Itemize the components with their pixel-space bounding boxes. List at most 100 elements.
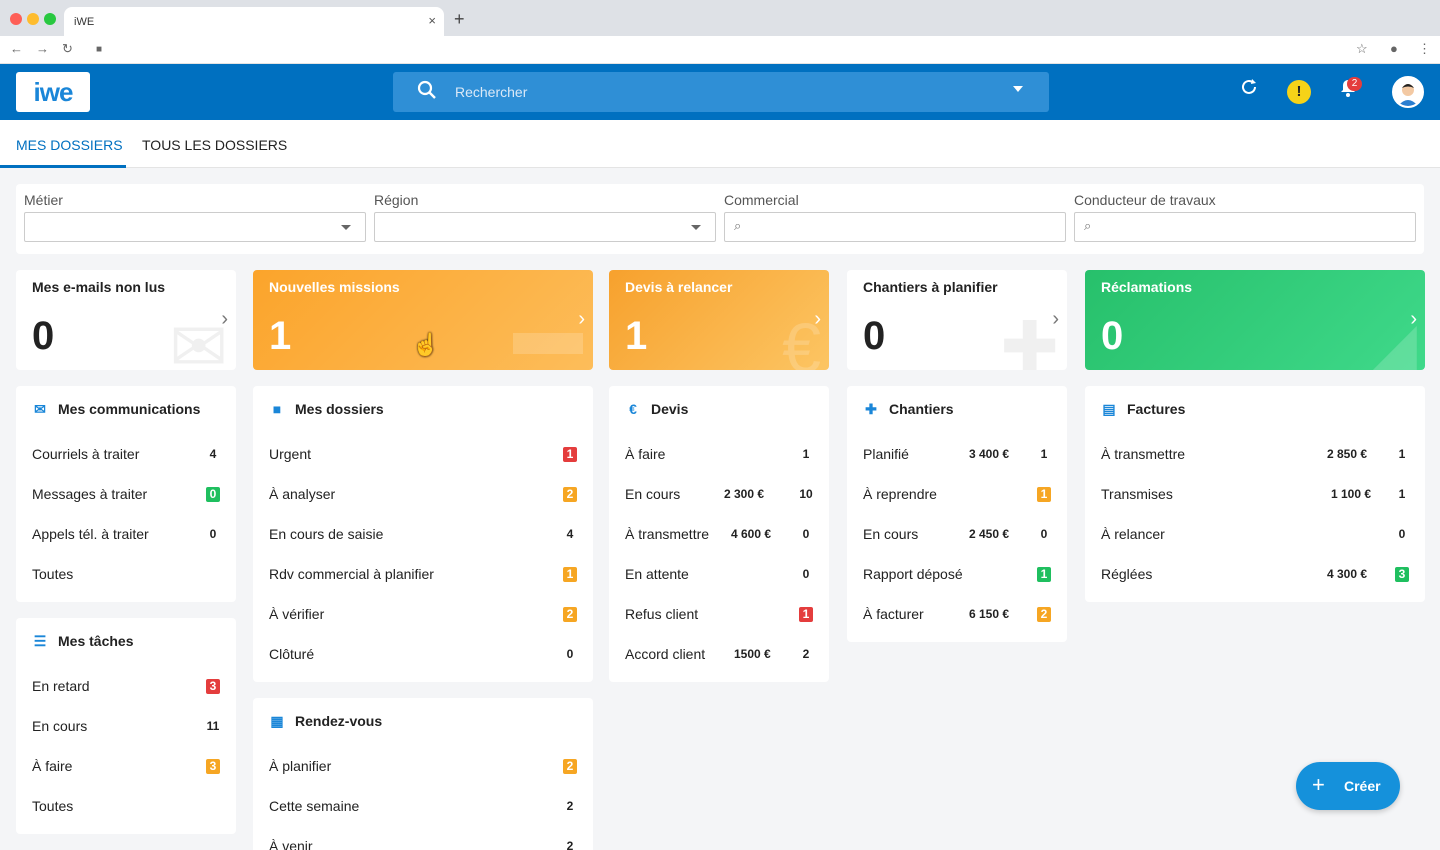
- list-item[interactable]: En cours 11: [32, 718, 220, 738]
- kpi-value: 0: [32, 314, 55, 358]
- kpi-devis-a-relancer[interactable]: Devis à relancer 1 › €: [609, 270, 829, 370]
- search-icon: ⌕: [1084, 218, 1092, 233]
- browser-tab-title: iWE: [74, 16, 95, 28]
- bookmark-star-icon[interactable]: ☆: [1356, 41, 1368, 57]
- metier-select[interactable]: [24, 212, 366, 242]
- search-dropdown-icon[interactable]: [1013, 86, 1023, 92]
- count: 4: [566, 527, 574, 541]
- amount: 6 150 €: [969, 607, 1010, 621]
- browser-tab[interactable]: iWE ×: [64, 7, 444, 36]
- count: 4: [209, 447, 217, 461]
- conducteur-label: Conducteur de travaux: [1074, 192, 1216, 208]
- invoice-icon: ▤: [1102, 401, 1116, 417]
- list-item[interactable]: À faire 3: [32, 758, 220, 778]
- close-window-dot[interactable]: [10, 13, 22, 25]
- list-item[interactable]: Toutes: [32, 798, 220, 818]
- card-taches: ☰ Mes tâches En retard 3 En cours 11 À fair…: [16, 618, 236, 834]
- list-item[interactable]: À planifier 2: [269, 758, 577, 778]
- count-badge: 2: [563, 487, 577, 502]
- new-tab-icon[interactable]: +: [454, 9, 465, 30]
- kpi-title: Chantiers à planifier: [863, 279, 998, 295]
- count-badge: 1: [799, 607, 813, 622]
- list-item[interactable]: Toutes: [32, 566, 220, 586]
- count: 1: [802, 447, 810, 461]
- notification-count-badge: 2: [1347, 77, 1362, 91]
- list-item[interactable]: Planifié 3 400 €1: [863, 446, 1051, 466]
- list-item[interactable]: Courriels à traiter 4: [32, 446, 220, 466]
- list-item[interactable]: En cours de saisie 4: [269, 526, 577, 546]
- list-item[interactable]: Réglées 4 300 €3: [1101, 566, 1409, 586]
- commercial-search-field[interactable]: ⌕: [724, 212, 1066, 242]
- amount: 4 300 €: [1327, 567, 1368, 581]
- kpi-chantiers-a-planifier[interactable]: Chantiers à planifier 0 › ✚: [847, 270, 1067, 370]
- list-item[interactable]: À analyser 2: [269, 486, 577, 506]
- amount: 2 450 €: [969, 527, 1010, 541]
- reload-icon[interactable]: ↻: [62, 41, 73, 57]
- list-item[interactable]: À transmettre 2 850 €1: [1101, 446, 1409, 466]
- card-title: ■ Mes dossiers: [269, 401, 384, 417]
- amount: 2 300 €: [724, 487, 765, 501]
- count: 2: [566, 839, 574, 850]
- iwe-logo[interactable]: iwe: [16, 72, 90, 112]
- list-item[interactable]: Cette semaine 2: [269, 798, 577, 818]
- list-item[interactable]: Rdv commercial à planifier 1: [269, 566, 577, 586]
- list-item[interactable]: En cours 2 300 €10: [625, 486, 813, 506]
- count-badge: 3: [1395, 567, 1409, 582]
- region-select[interactable]: [374, 212, 716, 242]
- list-item[interactable]: Urgent 1: [269, 446, 577, 466]
- list-item[interactable]: Clôturé 0: [269, 646, 577, 666]
- count: 2: [802, 647, 810, 661]
- count: 0: [802, 567, 810, 581]
- list-item[interactable]: En retard 3: [32, 678, 220, 698]
- kpi-emails-non-lus[interactable]: Mes e-mails non lus 0 › ✉: [16, 270, 236, 370]
- search-input[interactable]: Rechercher: [455, 84, 527, 100]
- profile-icon[interactable]: ●: [1390, 41, 1398, 56]
- back-icon[interactable]: ←: [10, 41, 23, 56]
- minimize-window-dot[interactable]: [27, 13, 39, 25]
- card-chantiers: ✚ Chantiers Planifié 3 400 €1 À reprendre 1…: [847, 386, 1067, 642]
- list-item[interactable]: À vérifier 2: [269, 606, 577, 626]
- page-tabs: MES DOSSIERS TOUS LES DOSSIERS: [0, 120, 1440, 168]
- create-button[interactable]: + Créer: [1296, 762, 1400, 810]
- list-item[interactable]: Transmises 1 100 €1: [1101, 486, 1409, 506]
- region-label: Région: [374, 192, 419, 208]
- maximize-window-dot[interactable]: [44, 13, 56, 25]
- count-badge: 0: [206, 487, 220, 502]
- list-item[interactable]: À transmettre 4 600 €0: [625, 526, 813, 546]
- list-item[interactable]: À reprendre 1: [863, 486, 1051, 506]
- list-item[interactable]: En attente 0: [625, 566, 813, 586]
- kpi-reclamations[interactable]: Réclamations 0 › ◢: [1085, 270, 1425, 370]
- wrench-icon: ✚: [865, 401, 877, 417]
- tab-mes-dossiers[interactable]: MES DOSSIERS: [16, 137, 123, 153]
- list-item[interactable]: Accord client 1500 €2: [625, 646, 813, 666]
- card-rendezvous: ▦ Rendez-vous À planifier 2 Cette semaine 2…: [253, 698, 593, 850]
- list-item[interactable]: Messages à traiter 0: [32, 486, 220, 506]
- list-item[interactable]: Rapport déposé 1: [863, 566, 1051, 586]
- kpi-title: Mes e-mails non lus: [32, 279, 166, 295]
- tab-tous-les-dossiers[interactable]: TOUS LES DOSSIERS: [142, 137, 287, 153]
- refresh-icon[interactable]: [1240, 78, 1258, 102]
- list-item[interactable]: En cours 2 450 €0: [863, 526, 1051, 546]
- warning-icon[interactable]: !: [1287, 80, 1311, 104]
- envelope-icon: ✉: [169, 308, 228, 370]
- megaphone-icon: ◢: [1363, 308, 1417, 370]
- count: 1: [1398, 487, 1406, 501]
- wrench-icon: ✚: [1000, 308, 1059, 370]
- search-bar[interactable]: Rechercher: [393, 72, 1049, 112]
- count: 0: [1040, 527, 1048, 541]
- kpi-value: 1: [269, 314, 292, 358]
- list-item[interactable]: Appels tél. à traiter 0: [32, 526, 220, 546]
- conducteur-search-field[interactable]: ⌕: [1074, 212, 1416, 242]
- list-item[interactable]: À relancer 0: [1101, 526, 1409, 546]
- count: 0: [209, 527, 217, 541]
- close-tab-icon[interactable]: ×: [428, 13, 436, 28]
- list-item[interactable]: À venir 2: [269, 838, 577, 850]
- forward-icon[interactable]: →: [36, 41, 49, 56]
- user-avatar[interactable]: [1392, 76, 1424, 108]
- count: 0: [802, 527, 810, 541]
- list-item[interactable]: À facturer 6 150 €2: [863, 606, 1051, 626]
- more-menu-icon[interactable]: ⋮: [1418, 41, 1431, 57]
- plus-icon: +: [1312, 772, 1325, 797]
- list-item[interactable]: Refus client 1: [625, 606, 813, 626]
- list-item[interactable]: À faire 1: [625, 446, 813, 466]
